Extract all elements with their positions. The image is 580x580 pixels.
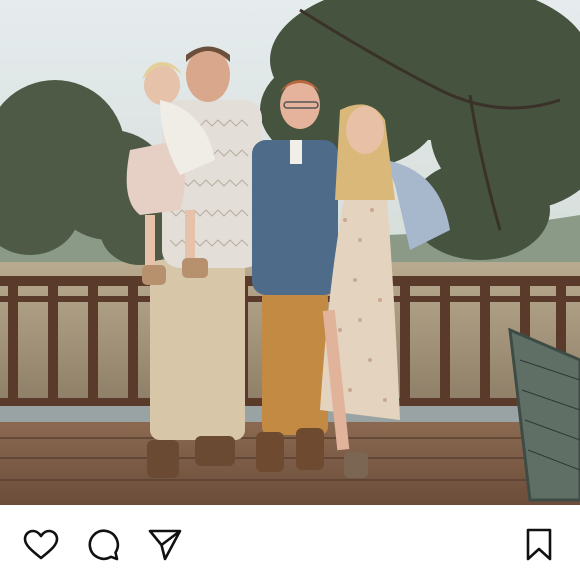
bookmark-icon <box>526 528 552 561</box>
share-button[interactable] <box>145 525 185 565</box>
post-action-bar <box>0 505 580 580</box>
instagram-post <box>0 0 580 580</box>
post-photo[interactable] <box>0 0 580 505</box>
heart-icon <box>23 529 59 560</box>
family-photo-illustration <box>0 0 580 505</box>
save-button[interactable] <box>519 525 559 565</box>
comment-bubble-icon <box>88 529 120 561</box>
like-button[interactable] <box>21 525 61 565</box>
paper-plane-icon <box>148 529 182 561</box>
comment-button[interactable] <box>83 525 123 565</box>
